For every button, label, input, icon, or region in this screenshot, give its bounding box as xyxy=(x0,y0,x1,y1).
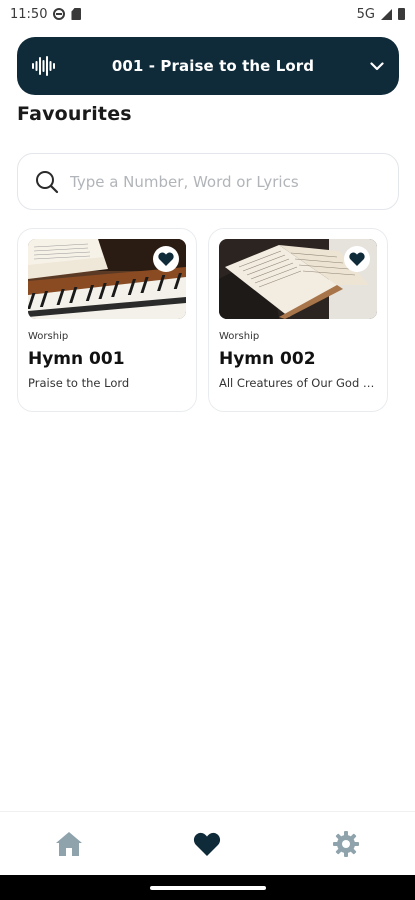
card-subtitle: Praise to the Lord xyxy=(28,376,130,390)
data-saver-icon xyxy=(53,8,66,20)
home-icon xyxy=(56,831,83,856)
search-icon xyxy=(34,169,60,195)
favourite-toggle-button[interactable] xyxy=(344,246,370,272)
card-subtitle: All Creatures of Our God and King xyxy=(219,376,377,390)
signal-icon xyxy=(381,8,392,20)
gear-icon xyxy=(332,830,359,857)
home-gesture-handle[interactable] xyxy=(150,886,266,890)
hymn-card[interactable]: Worship Hymn 002 All Creatures of Our Go… xyxy=(208,228,388,412)
nav-favourites[interactable] xyxy=(177,814,237,874)
status-time: 11:50 xyxy=(10,6,48,22)
search-box[interactable] xyxy=(17,153,399,210)
battery-icon xyxy=(398,8,405,20)
status-right: 5G xyxy=(357,7,405,22)
nav-settings[interactable] xyxy=(316,814,376,874)
card-category: Worship xyxy=(219,331,260,342)
status-left: 11:50 xyxy=(10,6,82,22)
card-title: Hymn 002 xyxy=(219,349,316,369)
organ-keyboard-photo xyxy=(28,239,186,319)
nav-home[interactable] xyxy=(39,814,99,874)
heart-icon xyxy=(194,832,221,856)
card-title: Hymn 001 xyxy=(28,349,125,369)
audio-wave-icon xyxy=(31,55,57,77)
bottom-navigation xyxy=(0,811,415,875)
status-bar: 11:50 5G xyxy=(0,0,415,28)
hymnal-book-photo xyxy=(219,239,377,319)
now-playing-bar[interactable]: 001 - Praise to the Lord xyxy=(17,37,399,95)
network-type: 5G xyxy=(356,6,375,22)
chevron-down-icon[interactable] xyxy=(369,58,385,74)
hymn-card[interactable]: Worship Hymn 001 Praise to the Lord xyxy=(17,228,197,412)
page-title: Favourites xyxy=(17,103,132,125)
search-input[interactable] xyxy=(70,172,382,191)
system-gesture-bar xyxy=(0,875,415,900)
favourite-toggle-button[interactable] xyxy=(153,246,179,272)
sd-card-icon xyxy=(71,8,82,20)
card-category: Worship xyxy=(28,331,69,342)
now-playing-title: 001 - Praise to the Lord xyxy=(111,57,315,75)
